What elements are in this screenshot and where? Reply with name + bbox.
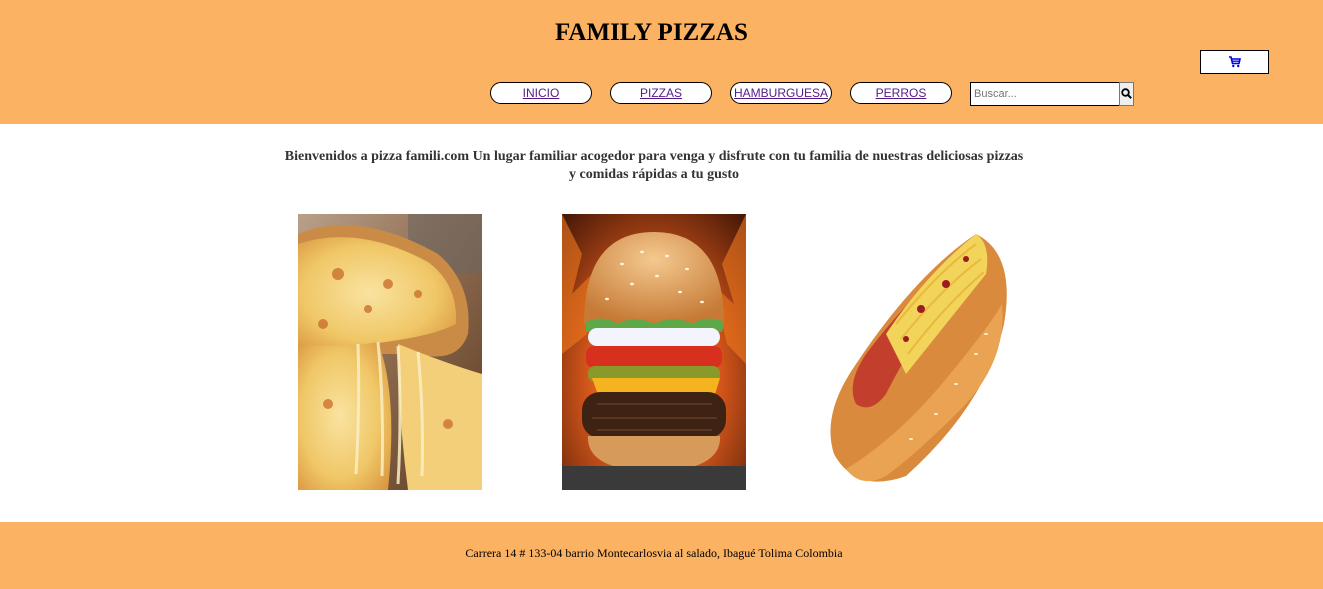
- search-input[interactable]: [970, 82, 1120, 106]
- nav-link-hamburguesa[interactable]: HAMBURGUESA: [730, 82, 832, 104]
- site-header: FAMILY PIZZAS INICIO PIZZAS HAMBURGUESA …: [0, 0, 1323, 124]
- footer-address: Carrera 14 # 133-04 barrio Montecarlosvi…: [465, 546, 843, 560]
- site-footer: Carrera 14 # 133-04 barrio Montecarlosvi…: [0, 522, 1323, 589]
- cart-icon: [1228, 56, 1241, 68]
- search-button[interactable]: [1119, 82, 1134, 106]
- search-icon: [1121, 87, 1132, 102]
- cart-button[interactable]: [1200, 50, 1269, 74]
- nav-link-inicio[interactable]: INICIO: [490, 82, 592, 104]
- nav-link-pizzas[interactable]: PIZZAS: [610, 82, 712, 104]
- site-title: FAMILY PIZZAS: [555, 19, 748, 46]
- pizza-slice-photo[interactable]: [298, 214, 482, 490]
- hot-dog-photo[interactable]: [826, 214, 1010, 490]
- hamburger-photo[interactable]: [562, 214, 746, 490]
- welcome-text: Bienvenidos a pizza famili.com Un lugar …: [284, 149, 1024, 182]
- nav-link-perros[interactable]: PERROS: [850, 82, 952, 104]
